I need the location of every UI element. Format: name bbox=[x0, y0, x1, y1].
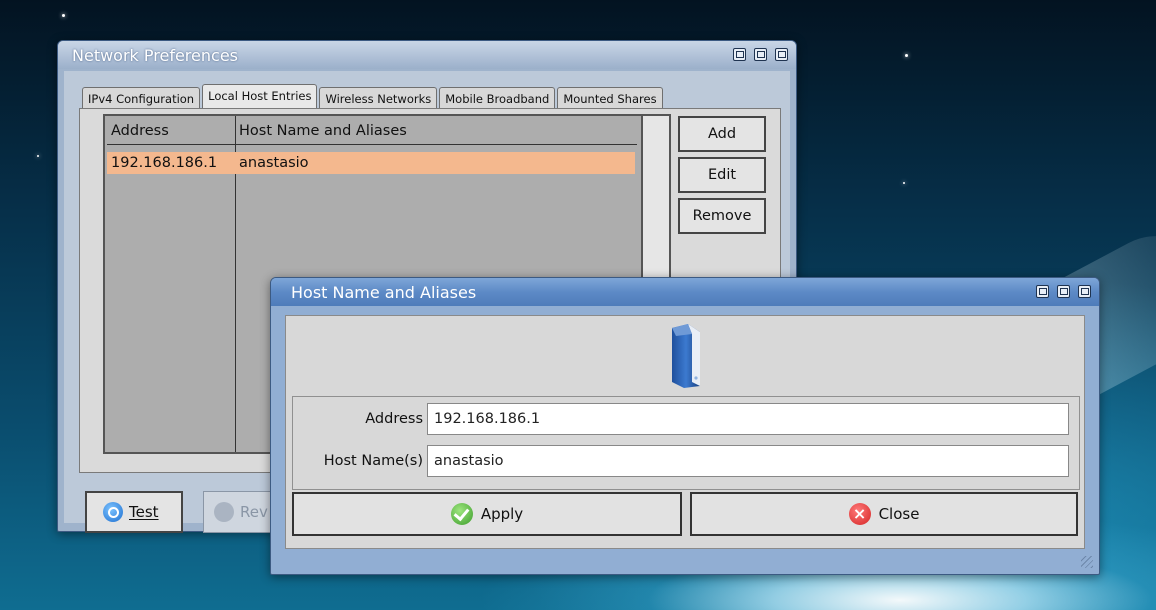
host-names-field[interactable]: anastasio bbox=[427, 445, 1069, 477]
revert-button-label: Rev bbox=[240, 503, 268, 521]
maximize-icon[interactable] bbox=[754, 48, 767, 61]
address-field[interactable]: 192.168.186.1 bbox=[427, 403, 1069, 435]
edit-button[interactable]: Edit bbox=[678, 157, 766, 193]
close-button[interactable]: × Close bbox=[690, 492, 1078, 536]
window-titlebar[interactable]: Network Preferences bbox=[58, 41, 796, 69]
host-names-label: Host Name(s) bbox=[323, 453, 423, 469]
remove-button[interactable]: Remove bbox=[678, 198, 766, 234]
tab-wireless-networks[interactable]: Wireless Networks bbox=[319, 87, 438, 109]
maximize-icon[interactable] bbox=[1057, 285, 1070, 298]
restore-icon[interactable] bbox=[775, 48, 788, 61]
close-icon: × bbox=[848, 503, 871, 525]
table-row[interactable]: 192.168.186.1 anastasio bbox=[107, 152, 635, 174]
column-header-host-name[interactable]: Host Name and Aliases bbox=[239, 120, 407, 142]
dialog-title: Host Name and Aliases bbox=[291, 283, 477, 302]
star bbox=[37, 155, 39, 157]
search-icon bbox=[103, 502, 123, 522]
dialog-body: Address 192.168.186.1 Host Name(s) anast… bbox=[285, 315, 1085, 549]
resize-grip-icon[interactable] bbox=[1081, 556, 1093, 568]
star bbox=[62, 14, 65, 17]
host-name-aliases-dialog: Host Name and Aliases Address 192.168.18… bbox=[270, 277, 1100, 575]
close-button-label: Close bbox=[878, 505, 920, 523]
add-button[interactable]: Add bbox=[678, 116, 766, 152]
checkmark-icon bbox=[450, 503, 473, 525]
star bbox=[903, 182, 905, 184]
test-button-label: Test bbox=[129, 503, 159, 521]
dialog-window-controls bbox=[1036, 285, 1091, 298]
cell-host-name: anastasio bbox=[239, 155, 309, 171]
test-button[interactable]: Test bbox=[85, 491, 183, 533]
dialog-titlebar[interactable]: Host Name and Aliases bbox=[271, 278, 1099, 306]
apply-button[interactable]: Apply bbox=[292, 492, 682, 536]
window-title: Network Preferences bbox=[72, 46, 238, 65]
header-rule bbox=[107, 144, 637, 145]
restore-icon[interactable] bbox=[1078, 285, 1091, 298]
revert-icon bbox=[214, 502, 234, 522]
star bbox=[905, 54, 908, 57]
tab-mobile-broadband[interactable]: Mobile Broadband bbox=[439, 87, 556, 109]
apply-button-label: Apply bbox=[480, 505, 524, 523]
tab-bar: IPv4 Configuration Local Host Entries Wi… bbox=[82, 84, 663, 109]
host-entry-form: Address 192.168.186.1 Host Name(s) anast… bbox=[292, 396, 1080, 490]
window-controls bbox=[733, 48, 788, 61]
cell-address: 192.168.186.1 bbox=[111, 155, 218, 171]
server-icon bbox=[672, 324, 700, 388]
minimize-icon[interactable] bbox=[733, 48, 746, 61]
column-header-address[interactable]: Address bbox=[111, 120, 169, 142]
address-label: Address bbox=[365, 411, 423, 427]
tab-mounted-shares[interactable]: Mounted Shares bbox=[557, 87, 663, 109]
tab-ipv4-configuration[interactable]: IPv4 Configuration bbox=[82, 87, 201, 109]
tab-local-host-entries[interactable]: Local Host Entries bbox=[202, 84, 318, 109]
minimize-icon[interactable] bbox=[1036, 285, 1049, 298]
